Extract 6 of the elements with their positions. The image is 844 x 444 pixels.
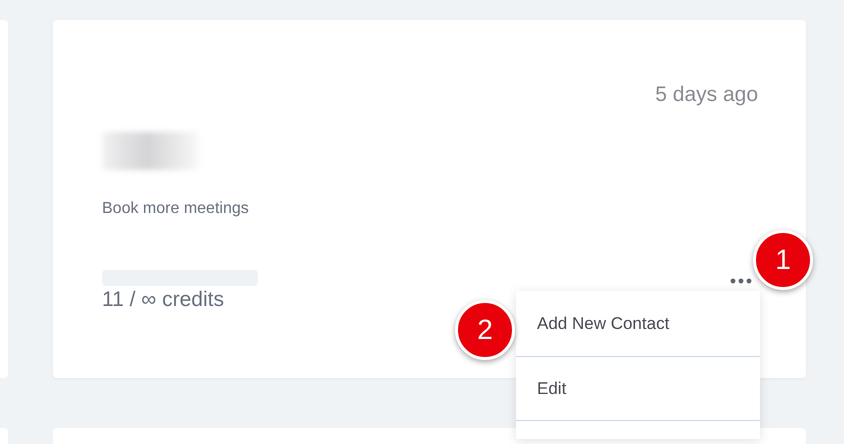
- timestamp: 5 days ago: [655, 83, 758, 107]
- menu-item[interactable]: Add New Contact: [516, 291, 760, 357]
- credits-label: 11 / ∞ credits: [102, 288, 224, 312]
- menu-item[interactable]: Edit: [516, 357, 760, 421]
- more-options-icon[interactable]: [730, 278, 752, 284]
- card-subtitle: Book more meetings: [102, 200, 249, 218]
